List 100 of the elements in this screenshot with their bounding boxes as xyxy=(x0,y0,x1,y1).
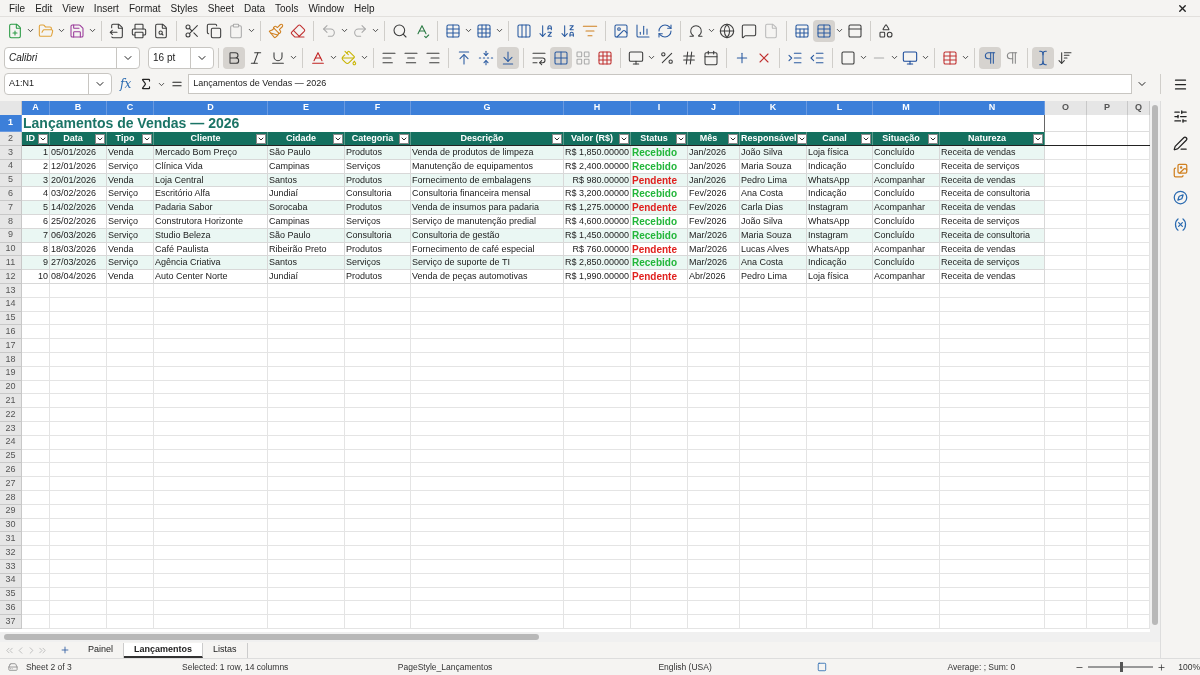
filter-dropdown-button[interactable] xyxy=(256,133,266,144)
row-header[interactable]: 22 xyxy=(0,408,22,422)
font-name-field[interactable]: Calibri xyxy=(4,46,140,69)
freeze-rows-icon[interactable] xyxy=(813,19,835,42)
filter-dropdown-button[interactable] xyxy=(552,133,562,144)
row-header[interactable]: 16 xyxy=(0,325,22,340)
column-header[interactable]: O xyxy=(1045,101,1087,115)
column-header[interactable]: E xyxy=(268,101,345,115)
filter-dropdown-button[interactable] xyxy=(861,133,871,144)
bold-icon[interactable] xyxy=(223,46,245,69)
row-header[interactable]: 27 xyxy=(0,477,22,491)
horizontal-scrollbar[interactable] xyxy=(4,634,539,640)
row-header[interactable]: 36 xyxy=(0,601,22,616)
row-header[interactable]: 3 xyxy=(0,146,22,160)
filter-dropdown-button[interactable] xyxy=(728,133,738,144)
column-header[interactable]: P xyxy=(1087,101,1128,115)
font-size-field[interactable]: 16 pt xyxy=(148,46,214,69)
sheet-tab[interactable]: Lançamentos xyxy=(124,642,204,658)
selection-mode-icon[interactable] xyxy=(817,662,828,672)
row-header[interactable]: 31 xyxy=(0,532,22,547)
dropdown-caret-icon[interactable] xyxy=(340,26,349,35)
dropdown-caret-icon[interactable] xyxy=(57,26,66,35)
column-header[interactable]: N xyxy=(940,101,1045,115)
dropdown-caret-icon[interactable] xyxy=(26,26,35,35)
row-header[interactable]: 7 xyxy=(0,201,22,215)
dropdown-caret-icon[interactable] xyxy=(835,26,844,35)
dropdown-caret-icon[interactable] xyxy=(360,53,369,62)
filter-dropdown-button[interactable] xyxy=(399,133,409,144)
vertical-scrollbar[interactable] xyxy=(1152,105,1158,625)
left-to-right-icon[interactable] xyxy=(979,46,1001,69)
functions-icon[interactable] xyxy=(1173,217,1188,232)
dropdown-caret-icon[interactable] xyxy=(329,53,338,62)
column-header[interactable]: J xyxy=(688,101,740,115)
column-header[interactable]: D xyxy=(154,101,268,115)
filter-dropdown-button[interactable] xyxy=(676,133,686,144)
column-header[interactable]: K xyxy=(740,101,807,115)
row-header[interactable]: 21 xyxy=(0,394,22,409)
dropdown-caret-icon[interactable] xyxy=(890,53,899,62)
dropdown-caret-icon[interactable] xyxy=(859,53,868,62)
dropdown-caret-icon[interactable] xyxy=(495,26,504,35)
column-header[interactable]: C xyxy=(107,101,154,115)
column-header[interactable]: F xyxy=(345,101,411,115)
menu-item[interactable]: Tools xyxy=(270,0,304,16)
filter-dropdown-button[interactable] xyxy=(928,133,938,144)
dropdown-caret-icon[interactable] xyxy=(464,26,473,35)
gallery-icon[interactable] xyxy=(1173,163,1188,178)
row-header[interactable]: 37 xyxy=(0,615,22,629)
dropdown-caret-icon[interactable] xyxy=(247,26,256,35)
column-header[interactable]: I xyxy=(631,101,688,115)
properties-icon[interactable] xyxy=(1173,109,1188,124)
dropdown-caret-icon[interactable] xyxy=(961,53,970,62)
menu-item[interactable]: Styles xyxy=(165,0,203,16)
row-header[interactable]: 12 xyxy=(0,270,22,284)
select-all-corner[interactable] xyxy=(0,101,22,115)
row-header[interactable]: 11 xyxy=(0,256,22,271)
formula-input[interactable]: Lançamentos de Vendas — 2026 xyxy=(188,74,1132,94)
column-header[interactable]: H xyxy=(564,101,631,115)
menu-item[interactable]: Format xyxy=(123,0,166,16)
zoom-slider-thumb[interactable] xyxy=(1120,662,1124,672)
menu-item[interactable]: Sheet xyxy=(202,0,239,16)
dropdown-caret-icon[interactable] xyxy=(371,26,380,35)
menu-icon[interactable] xyxy=(1173,76,1188,92)
menu-item[interactable]: Help xyxy=(349,0,380,16)
zoom-percentage[interactable]: 100% xyxy=(1178,660,1200,674)
menu-item[interactable]: Window xyxy=(303,0,349,16)
dropdown-caret-icon[interactable] xyxy=(921,53,930,62)
menu-item[interactable]: Edit xyxy=(30,0,58,16)
column-header[interactable]: A xyxy=(22,101,50,115)
filter-dropdown-button[interactable] xyxy=(95,133,105,144)
dropdown-caret-icon[interactable] xyxy=(88,26,97,35)
filter-dropdown-button[interactable] xyxy=(1033,133,1043,144)
column-header[interactable]: M xyxy=(873,101,940,115)
row-header[interactable]: 17 xyxy=(0,339,22,353)
row-header[interactable]: 26 xyxy=(0,463,22,478)
dropdown-caret-icon[interactable] xyxy=(707,26,716,35)
column-header[interactable]: B xyxy=(50,101,107,115)
dropdown-caret-icon[interactable] xyxy=(647,53,656,62)
styles-icon[interactable] xyxy=(1173,136,1188,151)
function-wizard-button[interactable]: fx xyxy=(116,75,136,93)
column-header[interactable]: L xyxy=(807,101,873,115)
filter-dropdown-button[interactable] xyxy=(333,133,343,144)
align-bottom-icon[interactable] xyxy=(497,46,519,69)
close-icon[interactable] xyxy=(1177,2,1188,14)
column-header[interactable]: G xyxy=(411,101,564,115)
sheet-tab[interactable]: Listas xyxy=(203,642,248,658)
menu-item[interactable]: File xyxy=(4,0,31,16)
row-header[interactable]: 32 xyxy=(0,546,22,560)
row-header[interactable]: 6 xyxy=(0,187,22,202)
navigator-icon[interactable] xyxy=(1173,190,1188,205)
name-box[interactable]: A1:N1 xyxy=(4,73,112,95)
column-header[interactable]: Q xyxy=(1128,101,1150,115)
row-header[interactable]: 1 xyxy=(0,115,22,132)
zoom-in-icon[interactable] xyxy=(1157,662,1167,672)
filter-dropdown-button[interactable] xyxy=(619,133,629,144)
filter-dropdown-button[interactable] xyxy=(142,133,152,144)
menu-item[interactable]: Insert xyxy=(88,0,124,16)
row-header[interactable]: 2 xyxy=(0,132,22,146)
merge-center-icon[interactable] xyxy=(550,46,572,69)
filter-dropdown-button[interactable] xyxy=(38,133,48,144)
menu-item[interactable]: Data xyxy=(238,0,271,16)
